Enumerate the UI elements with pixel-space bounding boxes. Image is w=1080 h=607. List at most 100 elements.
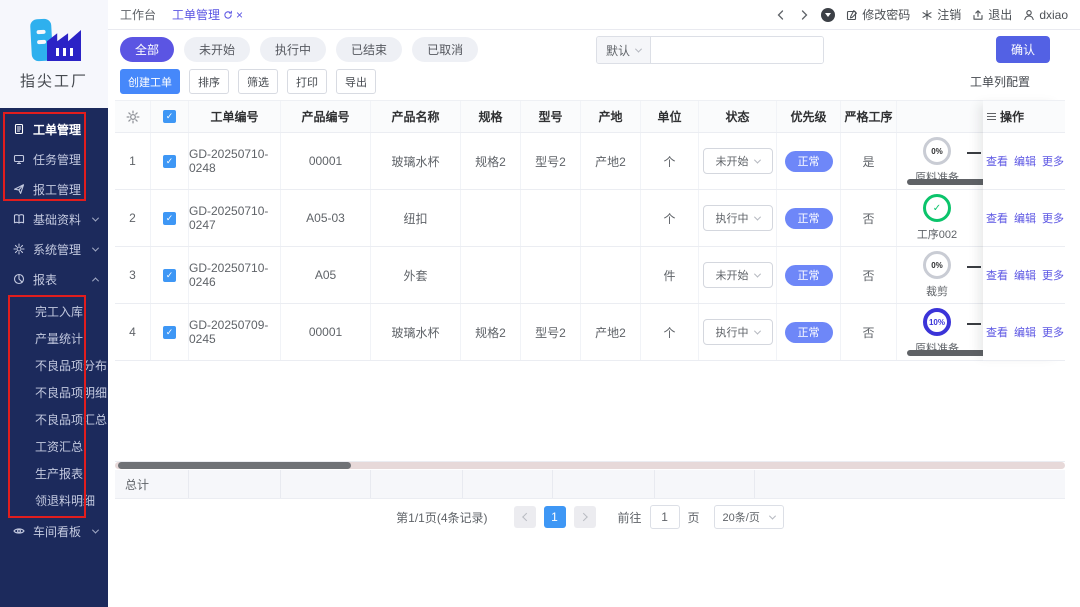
pie-chart-icon (13, 273, 25, 285)
status-select[interactable]: 执行中 (702, 205, 773, 231)
refresh-icon[interactable] (223, 10, 233, 20)
pill-all[interactable]: 全部 (120, 37, 175, 62)
cell-model: 型号2 (521, 133, 581, 189)
edit-link[interactable]: 编辑 (1014, 324, 1036, 340)
view-link[interactable]: 查看 (986, 210, 1008, 226)
row-checkbox[interactable] (163, 325, 176, 339)
sidebar-item-label: 系统管理 (33, 242, 82, 257)
gear-icon[interactable] (126, 110, 140, 124)
row-actions: 查看 编辑 更多 (983, 190, 1065, 247)
view-link[interactable]: 查看 (986, 153, 1008, 169)
sidebar-item-basic-data[interactable]: 基础资料 (0, 204, 108, 234)
print-button[interactable]: 打印 (287, 69, 327, 94)
row-checkbox[interactable] (163, 154, 176, 168)
row-checkbox[interactable] (163, 211, 176, 225)
step-label: 裁剪 (926, 286, 948, 298)
cell-model (521, 190, 581, 246)
more-link[interactable]: 更多 (1042, 324, 1064, 340)
tab-workbench[interactable]: 工作台 (120, 6, 156, 23)
tab-work-orders[interactable]: 工单管理 × (172, 6, 243, 23)
collapse-circle-icon[interactable] (821, 7, 836, 22)
sidebar-item-workshop-board[interactable]: 车间看板 (0, 516, 108, 546)
submenu-label: 生产报表 (35, 467, 84, 481)
sidebar-item-output-statistics[interactable]: 产量统计 (0, 325, 108, 352)
prev-page-button[interactable] (513, 506, 536, 528)
cell-priority: 正常 (777, 247, 841, 303)
page-number-button[interactable]: 1 (543, 506, 566, 528)
sidebar-item-defect-distribution[interactable]: 不良品项分布 (0, 352, 108, 379)
status-select[interactable]: 未开始 (702, 148, 773, 174)
edit-link[interactable]: 编辑 (1014, 153, 1036, 169)
sidebar-item-work-orders[interactable]: 工单管理 (0, 114, 108, 144)
sidebar-item-defect-summary[interactable]: 不良品项汇总 (0, 406, 108, 433)
cell-origin: 产地2 (581, 304, 641, 360)
nav-forward-icon[interactable] (798, 9, 810, 21)
sidebar-item-reports[interactable]: 报表 (0, 264, 108, 294)
row-index: 3 (115, 247, 151, 303)
pill-finished[interactable]: 已结束 (336, 37, 403, 62)
column-config-link[interactable]: 工单列配置 (970, 73, 1030, 90)
exit-button[interactable]: 退出 (972, 6, 1012, 23)
row-checkbox-cell (151, 247, 189, 303)
sidebar-item-production-report[interactable]: 生产报表 (0, 460, 108, 487)
cell-priority: 正常 (777, 304, 841, 360)
sidebar-item-material-detail[interactable]: 领退料明细 (0, 487, 108, 514)
document-icon (13, 123, 25, 135)
page-unit-label: 页 (687, 510, 700, 525)
cell-product-no: 00001 (281, 133, 371, 189)
edit-link[interactable]: 编辑 (1014, 210, 1036, 226)
pill-in-progress[interactable]: 执行中 (260, 37, 327, 62)
submenu-label: 不良品项汇总 (35, 413, 108, 427)
chevron-down-icon (768, 512, 776, 520)
pill-not-started[interactable]: 未开始 (184, 37, 251, 62)
preset-select[interactable]: 默认 (597, 37, 651, 63)
header-status: 状态 (699, 101, 777, 132)
sidebar-item-finished-warehousing[interactable]: 完工入库 (0, 298, 108, 325)
status-select[interactable]: 未开始 (702, 262, 773, 288)
priority-badge: 正常 (784, 207, 833, 229)
topbar: 工作台 工单管理 × 修改密码 注销 退出 dxiao (108, 0, 1080, 30)
change-password-button[interactable]: 修改密码 (846, 6, 910, 23)
view-link[interactable]: 查看 (986, 324, 1008, 340)
export-button[interactable]: 导出 (336, 69, 376, 94)
sidebar-item-salary-summary[interactable]: 工资汇总 (0, 433, 108, 460)
search-input[interactable] (651, 37, 823, 63)
edit-link[interactable]: 编辑 (1014, 267, 1036, 283)
goto-page-input[interactable] (649, 505, 680, 529)
user-menu[interactable]: dxiao (1023, 8, 1068, 22)
more-link[interactable]: 更多 (1042, 153, 1064, 169)
progress-ring-complete (923, 194, 951, 222)
sidebar-item-label: 任务管理 (33, 152, 82, 167)
chevron-down-icon (753, 327, 761, 335)
close-icon[interactable]: × (236, 9, 243, 21)
exit-icon (973, 9, 983, 20)
next-page-button[interactable] (573, 506, 596, 528)
select-all-checkbox[interactable] (163, 110, 176, 123)
horizontal-scrollbar-thumb[interactable] (118, 462, 351, 469)
filter-button[interactable]: 筛选 (238, 69, 278, 94)
pill-cancelled[interactable]: 已取消 (412, 37, 479, 62)
row-checkbox[interactable] (163, 268, 176, 282)
sidebar-item-system[interactable]: 系统管理 (0, 234, 108, 264)
view-link[interactable]: 查看 (986, 267, 1008, 283)
status-select[interactable]: 执行中 (702, 319, 773, 345)
more-link[interactable]: 更多 (1042, 267, 1064, 283)
sidebar-item-tasks[interactable]: 任务管理 (0, 144, 108, 174)
sidebar-item-report-work[interactable]: 报工管理 (0, 174, 108, 204)
operations-header-label: 操作 (1000, 110, 1025, 124)
sort-button[interactable]: 排序 (189, 69, 229, 94)
row-index: 1 (115, 133, 151, 189)
gear-icon (13, 243, 25, 255)
cell-spec: 规格2 (461, 304, 521, 360)
cell-spec (461, 247, 521, 303)
more-link[interactable]: 更多 (1042, 210, 1064, 226)
sidebar-item-defect-detail[interactable]: 不良品项明细 (0, 379, 108, 406)
pagination-summary: 第1/1页(4条记录) (396, 510, 488, 525)
change-password-label: 修改密码 (862, 8, 911, 22)
total-cell (189, 470, 281, 498)
logout-button[interactable]: 注销 (921, 6, 961, 23)
create-order-button[interactable]: 创建工单 (120, 69, 180, 94)
page-size-select[interactable]: 20条/页 (713, 505, 784, 529)
nav-back-icon[interactable] (775, 9, 787, 21)
confirm-button[interactable]: 确认 (996, 36, 1050, 63)
